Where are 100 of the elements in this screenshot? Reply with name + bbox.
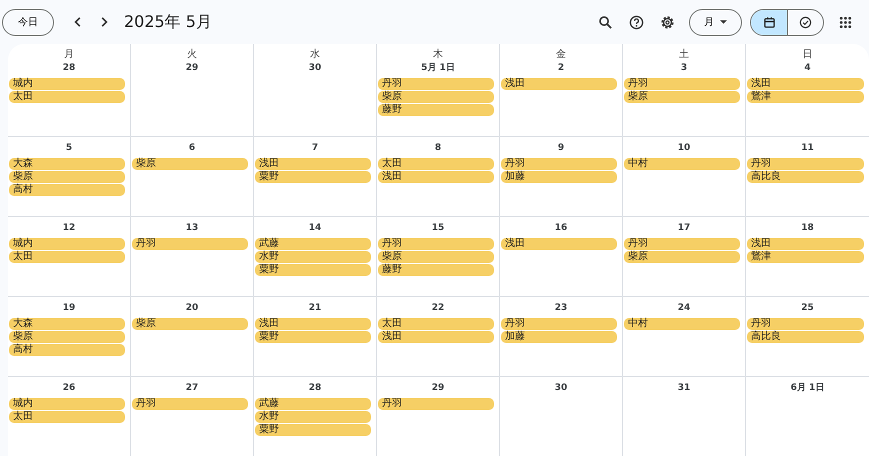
event-chip[interactable]: 浅田	[501, 78, 617, 90]
event-chip[interactable]: 浅田	[378, 330, 494, 343]
day-number[interactable]: 11	[801, 140, 814, 155]
day-number[interactable]: 6	[188, 140, 196, 155]
event-chip[interactable]: 浅田	[747, 238, 864, 250]
day-number[interactable]: 14	[308, 220, 322, 235]
day-number[interactable]: 4	[804, 61, 811, 75]
day-number[interactable]: 16	[554, 220, 568, 235]
event-chip[interactable]: 武藤	[255, 398, 371, 410]
event-chip[interactable]: 藤野	[378, 264, 494, 276]
event-chip[interactable]: 柴原	[624, 91, 740, 103]
event-chip[interactable]: 大森	[9, 158, 125, 170]
event-chip[interactable]: 丹羽	[501, 158, 617, 170]
help-icon[interactable]	[629, 14, 644, 30]
view-dropdown[interactable]: 月	[689, 8, 742, 36]
day-number[interactable]: 30	[554, 380, 568, 395]
event-chip[interactable]: 丹羽	[378, 78, 494, 90]
event-chip[interactable]: 柴原	[9, 170, 125, 183]
event-chip[interactable]: 浅田	[747, 78, 864, 90]
event-chip[interactable]: 太田	[9, 91, 125, 103]
event-chip[interactable]: 粟野	[255, 170, 371, 183]
event-chip[interactable]: 太田	[9, 250, 125, 263]
event-chip[interactable]: 鵞津	[747, 91, 864, 103]
event-chip[interactable]: 太田	[378, 318, 494, 330]
apps-grid-icon[interactable]	[838, 14, 853, 30]
event-chip[interactable]: 浅田	[255, 318, 371, 330]
event-chip[interactable]: 水野	[255, 410, 371, 423]
event-chip[interactable]: 加藤	[501, 330, 617, 343]
event-chip[interactable]: 柴原	[624, 250, 740, 263]
event-chip[interactable]: 中村	[624, 318, 740, 330]
day-number[interactable]: 23	[554, 300, 568, 315]
event-chip[interactable]: 柴原	[378, 250, 494, 263]
day-number[interactable]: 6月 1日	[790, 380, 824, 395]
event-chip[interactable]: 粟野	[255, 424, 371, 436]
event-chip[interactable]: 高村	[9, 184, 125, 196]
day-number[interactable]: 28	[62, 61, 76, 75]
day-number[interactable]: 10	[678, 140, 690, 155]
day-number[interactable]: 17	[678, 220, 690, 235]
day-number[interactable]: 13	[186, 220, 198, 235]
event-chip[interactable]: 粟野	[255, 330, 371, 343]
day-number[interactable]: 27	[186, 380, 198, 395]
day-number[interactable]: 31	[678, 380, 690, 395]
day-number[interactable]: 2	[558, 61, 564, 75]
day-number[interactable]: 30	[308, 61, 322, 75]
event-chip[interactable]: 丹羽	[378, 238, 494, 250]
event-chip[interactable]: 柴原	[132, 158, 248, 170]
event-chip[interactable]: 城内	[9, 398, 125, 410]
event-chip[interactable]: 丹羽	[624, 78, 740, 90]
event-chip[interactable]: 大森	[9, 318, 125, 330]
event-chip[interactable]: 高比良	[747, 330, 864, 343]
search-icon[interactable]	[598, 14, 613, 30]
day-number[interactable]: 15	[432, 220, 444, 235]
day-number[interactable]: 5月 1日	[421, 61, 455, 75]
day-number[interactable]: 3	[680, 61, 688, 75]
month-title: 2025年 5月	[124, 12, 212, 32]
day-number[interactable]: 22	[432, 300, 444, 315]
event-chip[interactable]: 浅田	[378, 170, 494, 183]
event-chip[interactable]: 丹羽	[378, 398, 494, 410]
event-chip[interactable]: 城内	[9, 78, 125, 90]
day-number[interactable]: 5	[66, 140, 72, 155]
event-chip[interactable]: 浅田	[255, 158, 371, 170]
today-button[interactable]: 今日	[2, 8, 54, 36]
day-number[interactable]: 9	[558, 140, 564, 155]
event-chip[interactable]: 柴原	[132, 318, 248, 330]
event-chip[interactable]: 丹羽	[132, 238, 248, 250]
event-chip[interactable]: 城内	[9, 238, 125, 250]
event-chip[interactable]: 丹羽	[132, 398, 248, 410]
day-number[interactable]: 12	[62, 220, 76, 235]
event-chip[interactable]: 太田	[378, 158, 494, 170]
day-number[interactable]: 28	[308, 380, 322, 395]
day-number[interactable]: 29	[432, 380, 444, 395]
event-chip[interactable]: 中村	[624, 158, 740, 170]
event-chip[interactable]: 加藤	[501, 170, 617, 183]
day-number[interactable]: 26	[62, 380, 76, 395]
event-chip[interactable]: 柴原	[378, 91, 494, 103]
event-chip[interactable]: 丹羽	[747, 158, 864, 170]
event-chip[interactable]: 丹羽	[624, 238, 740, 250]
event-chip[interactable]: 鵞津	[747, 250, 864, 263]
event-chip[interactable]: 丹羽	[747, 318, 864, 330]
day-number[interactable]: 7	[312, 140, 318, 155]
event-chip[interactable]: 粟野	[255, 264, 371, 276]
settings-icon[interactable]	[660, 14, 675, 30]
event-chip[interactable]: 高村	[9, 344, 125, 356]
day-number[interactable]: 25	[801, 300, 814, 315]
day-number[interactable]: 24	[678, 300, 690, 315]
event-chip[interactable]: 武藤	[255, 238, 371, 250]
event-chip[interactable]: 太田	[9, 410, 125, 423]
day-number[interactable]: 21	[308, 300, 322, 315]
event-chip[interactable]: 柴原	[9, 330, 125, 343]
day-number[interactable]: 20	[186, 300, 198, 315]
day-number[interactable]: 19	[62, 300, 76, 315]
event-chip[interactable]: 藤野	[378, 104, 494, 116]
day-number[interactable]: 18	[801, 220, 814, 235]
day-number[interactable]: 8	[434, 140, 442, 155]
event-chip[interactable]: 浅田	[501, 238, 617, 250]
event-chip[interactable]: 高比良	[747, 170, 864, 183]
event-chip[interactable]: 丹羽	[501, 318, 617, 330]
event-chip[interactable]: 水野	[255, 250, 371, 263]
calendar-view-button[interactable]	[751, 10, 787, 34]
day-number[interactable]: 29	[186, 61, 198, 75]
